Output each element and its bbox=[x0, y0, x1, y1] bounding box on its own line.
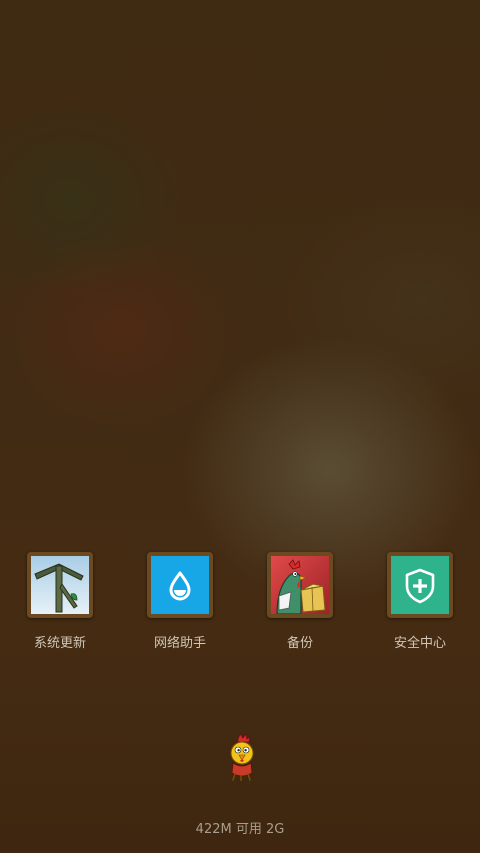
security-center-icon bbox=[391, 556, 449, 614]
app-row: 系统更新 网络助手 备份 安全中心 bbox=[0, 552, 480, 652]
app-label-system-update: 系统更新 bbox=[33, 636, 86, 651]
app-label-security-center: 安全中心 bbox=[393, 636, 446, 651]
rooster-mascot-icon[interactable] bbox=[221, 733, 261, 781]
app-system-update[interactable]: 系统更新 bbox=[0, 552, 120, 652]
memory-status: 422M 可用 2G bbox=[195, 822, 285, 837]
backup-icon bbox=[271, 556, 329, 614]
app-backup[interactable]: 备份 bbox=[240, 552, 360, 652]
app-tile-backup[interactable] bbox=[267, 552, 333, 618]
system-update-icon bbox=[31, 556, 89, 614]
app-label-network-assistant: 网络助手 bbox=[153, 636, 206, 651]
app-network-assistant[interactable]: 网络助手 bbox=[120, 552, 240, 652]
network-assistant-icon bbox=[151, 556, 209, 614]
app-tile-network-assistant[interactable] bbox=[147, 552, 213, 618]
app-security-center[interactable]: 安全中心 bbox=[360, 552, 480, 652]
app-tile-security-center[interactable] bbox=[387, 552, 453, 618]
app-label-backup: 备份 bbox=[286, 636, 313, 651]
app-tile-system-update[interactable] bbox=[27, 552, 93, 618]
